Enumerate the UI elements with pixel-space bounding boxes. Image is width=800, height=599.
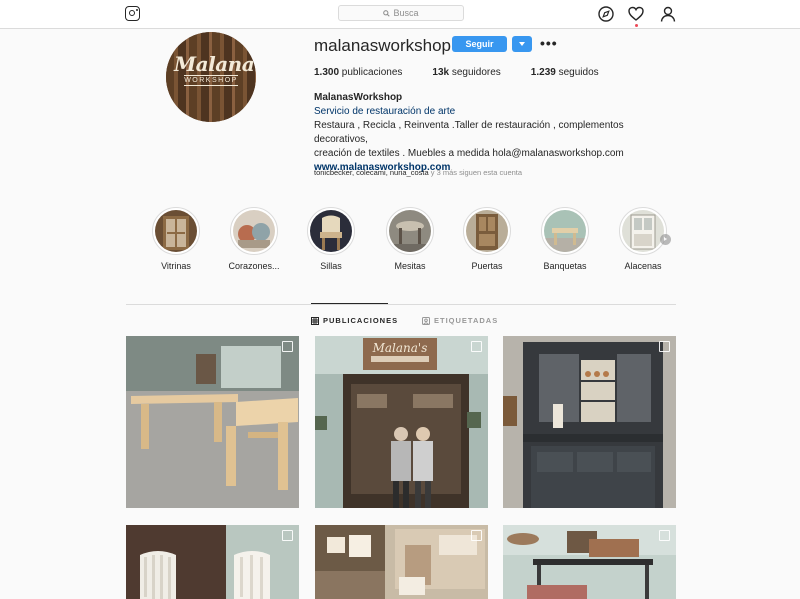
post-thumbnail[interactable]: Malana's	[315, 336, 488, 508]
search-icon	[383, 9, 391, 17]
compass-explore-icon[interactable]	[598, 6, 614, 22]
following-count[interactable]: 1.239 seguidos	[531, 67, 599, 78]
followers-count[interactable]: 13k seguidores	[432, 67, 500, 78]
carousel-icon	[659, 341, 670, 352]
highlight-corazones[interactable]: Corazones...	[222, 207, 286, 271]
post-thumbnail[interactable]	[315, 525, 488, 599]
heart-activity-icon[interactable]	[628, 6, 644, 22]
carousel-icon	[282, 530, 293, 541]
highlight-banquetas[interactable]: Banquetas	[533, 207, 597, 271]
notification-dot	[635, 24, 638, 27]
post-thumbnail[interactable]	[503, 525, 676, 599]
carousel-icon	[282, 341, 293, 352]
suggested-dropdown-button[interactable]	[512, 36, 532, 52]
bio-line-2: creación de textiles . Muebles a medida …	[314, 148, 624, 159]
highlight-sillas[interactable]: Sillas	[299, 207, 363, 271]
instagram-logo-icon[interactable]	[125, 6, 140, 21]
tabs-divider	[126, 304, 676, 305]
highlight-thumbnail	[389, 210, 431, 252]
post-image-benches	[126, 336, 299, 508]
tab-etiquetadas[interactable]: ETIQUETADAS	[422, 316, 498, 325]
bio-category: Servicio de restauración de arte	[314, 106, 456, 117]
highlights-next-arrow-icon[interactable]	[660, 234, 671, 245]
top-navigation-bar: Busca	[0, 0, 800, 29]
highlight-thumbnail	[466, 210, 508, 252]
post-image-lamps	[315, 525, 488, 599]
post-image-table	[503, 525, 676, 599]
search-input[interactable]: Busca	[338, 5, 464, 21]
highlight-puertas[interactable]: Puertas	[455, 207, 519, 271]
highlight-thumbnail	[310, 210, 352, 252]
avatar-logo: Malana's WORKSHOP	[174, 52, 256, 86]
profile-avatar[interactable]: Malana's WORKSHOP	[166, 32, 256, 122]
more-options-button[interactable]: •••	[540, 36, 558, 50]
search-placeholder: Busca	[393, 8, 419, 18]
highlight-thumbnail	[233, 210, 275, 252]
followed-by-note[interactable]: tonicbecker, colecami, nuria_costa y 3 m…	[314, 168, 522, 177]
highlight-mesitas[interactable]: Mesitas	[378, 207, 442, 271]
highlight-thumbnail	[622, 210, 664, 252]
svg-text:Malana's: Malana's	[372, 341, 428, 355]
follow-button[interactable]: Seguir	[452, 36, 507, 52]
highlight-vitrinas[interactable]: Vitrinas	[144, 207, 208, 271]
highlight-thumbnail	[155, 210, 197, 252]
post-image-storefront: Malana's	[315, 336, 488, 508]
carousel-icon	[471, 341, 482, 352]
profile-username: malanasworkshop	[314, 36, 452, 55]
post-image-chairs	[126, 525, 299, 599]
carousel-icon	[659, 530, 670, 541]
post-thumbnail[interactable]	[126, 336, 299, 508]
profile-icon[interactable]	[660, 6, 676, 22]
tab-publicaciones[interactable]: PUBLICACIONES	[311, 316, 398, 325]
profile-stats: 1.300 publicaciones 13k seguidores 1.239…	[314, 67, 599, 78]
profile-bio: MalanasWorkshop Servicio de restauración…	[314, 91, 674, 175]
active-tab-indicator	[311, 303, 388, 304]
posts-count: 1.300 publicaciones	[314, 67, 403, 78]
bio-line-1: Restaura , Recicla , Reinventa .Taller d…	[314, 120, 624, 145]
grid-icon	[311, 316, 319, 325]
tagged-person-icon	[422, 316, 430, 325]
carousel-icon	[471, 530, 482, 541]
post-image-cupboard	[503, 336, 676, 508]
bio-name: MalanasWorkshop	[314, 92, 403, 103]
highlight-thumbnail	[544, 210, 586, 252]
post-thumbnail[interactable]	[126, 525, 299, 599]
post-thumbnail[interactable]	[503, 336, 676, 508]
